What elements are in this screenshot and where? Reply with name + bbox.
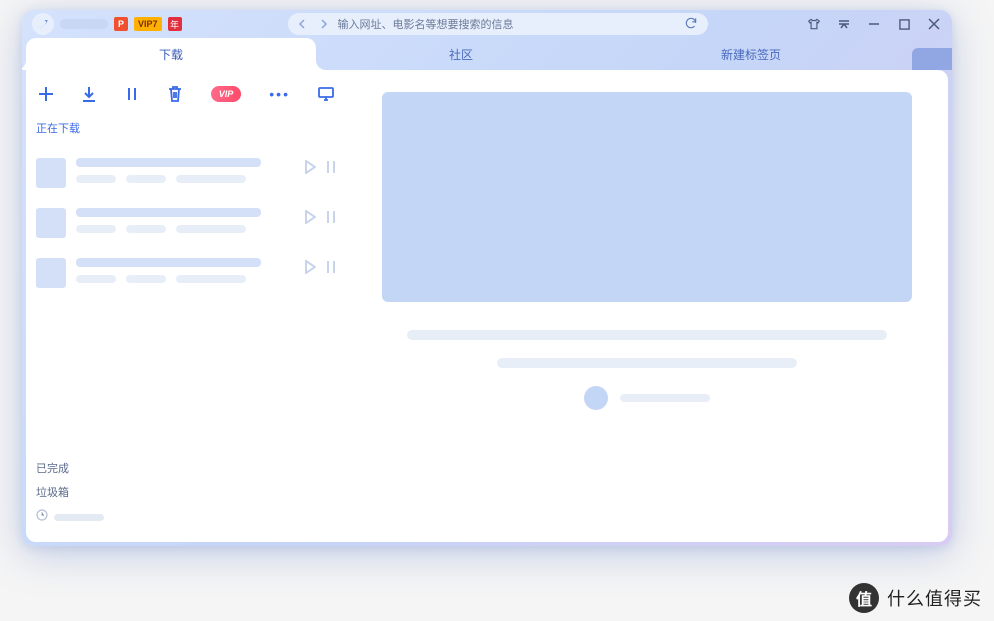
tab-corner-decoration	[912, 48, 952, 70]
menu-icon[interactable]	[836, 16, 852, 32]
tab-newtab[interactable]: 新建标签页	[606, 38, 896, 70]
download-list	[26, 140, 346, 306]
more-button[interactable]: •••	[269, 86, 290, 102]
shirt-icon[interactable]	[806, 16, 822, 32]
download-meta	[76, 225, 294, 233]
download-item[interactable]	[36, 148, 336, 198]
play-icon[interactable]	[304, 260, 316, 279]
download-body	[76, 258, 294, 283]
badge-year: 年	[168, 17, 182, 31]
watermark-icon: 值	[849, 583, 879, 613]
download-toolbar: VIP •••	[26, 84, 346, 116]
avatar-placeholder	[584, 386, 608, 410]
downloading-section-label: 正在下载	[26, 116, 346, 140]
download-title-placeholder	[76, 208, 261, 217]
completed-link[interactable]: 已完成	[36, 456, 336, 480]
tab-download[interactable]: 下载	[26, 38, 316, 70]
pause-icon[interactable]	[326, 260, 336, 279]
tab-community[interactable]: 社区	[316, 38, 606, 70]
download-thumbnail	[36, 258, 66, 288]
download-item[interactable]	[36, 248, 336, 298]
reload-icon[interactable]	[684, 16, 698, 33]
author-name-placeholder	[620, 394, 710, 402]
bird-icon	[36, 17, 50, 31]
history-placeholder	[54, 514, 104, 521]
hero-placeholder	[382, 92, 912, 302]
download-item[interactable]	[36, 198, 336, 248]
text-line-placeholder	[407, 330, 887, 340]
badge-p: P	[114, 17, 128, 31]
address-bar[interactable]: 输入网址、电影名等想要搜索的信息	[288, 13, 708, 35]
app-window: P VIP7 年 输入网址、电影名等想要搜索的信息 下载 社区 新建标签页	[22, 10, 952, 546]
download-meta	[76, 275, 294, 283]
download-thumbnail	[36, 158, 66, 188]
download-actions	[304, 258, 336, 279]
float-window-button[interactable]	[318, 84, 334, 104]
titlebar: P VIP7 年 输入网址、电影名等想要搜索的信息	[22, 10, 952, 38]
content-area: VIP ••• 正在下载	[26, 70, 948, 542]
download-actions	[304, 158, 336, 179]
back-icon[interactable]	[298, 19, 308, 29]
minimize-icon[interactable]	[866, 16, 882, 32]
download-thumbnail	[36, 208, 66, 238]
download-sidebar: VIP ••• 正在下载	[26, 70, 346, 542]
close-icon[interactable]	[926, 16, 942, 32]
app-logo[interactable]	[32, 13, 54, 35]
user-placeholder	[60, 19, 108, 29]
maximize-icon[interactable]	[896, 16, 912, 32]
download-body	[76, 158, 294, 183]
tab-bar: 下载 社区 新建标签页	[22, 38, 952, 70]
history-row[interactable]	[36, 504, 336, 526]
pause-icon[interactable]	[326, 210, 336, 229]
pause-icon[interactable]	[326, 160, 336, 179]
delete-button[interactable]	[168, 84, 183, 104]
author-row	[382, 386, 912, 410]
address-input[interactable]: 输入网址、电影名等想要搜索的信息	[338, 16, 674, 32]
download-body	[76, 208, 294, 233]
download-title-placeholder	[76, 258, 261, 267]
add-button[interactable]	[38, 84, 54, 104]
play-icon[interactable]	[304, 160, 316, 179]
download-meta	[76, 175, 294, 183]
vip-button[interactable]: VIP	[211, 86, 242, 102]
main-panel	[346, 70, 948, 542]
download-actions	[304, 208, 336, 229]
pause-button[interactable]	[125, 84, 140, 104]
forward-icon[interactable]	[318, 19, 328, 29]
sidebar-bottom: 已完成 垃圾箱	[26, 456, 346, 532]
trash-link[interactable]: 垃圾箱	[36, 480, 336, 504]
watermark: 值 什么值得买	[849, 583, 982, 613]
download-title-placeholder	[76, 158, 261, 167]
text-line-placeholder	[497, 358, 797, 368]
watermark-text: 什么值得买	[887, 585, 982, 611]
badge-vip: VIP7	[134, 17, 162, 31]
clock-icon	[36, 508, 48, 526]
play-icon[interactable]	[304, 210, 316, 229]
start-button[interactable]	[82, 84, 97, 104]
window-controls	[806, 16, 942, 32]
